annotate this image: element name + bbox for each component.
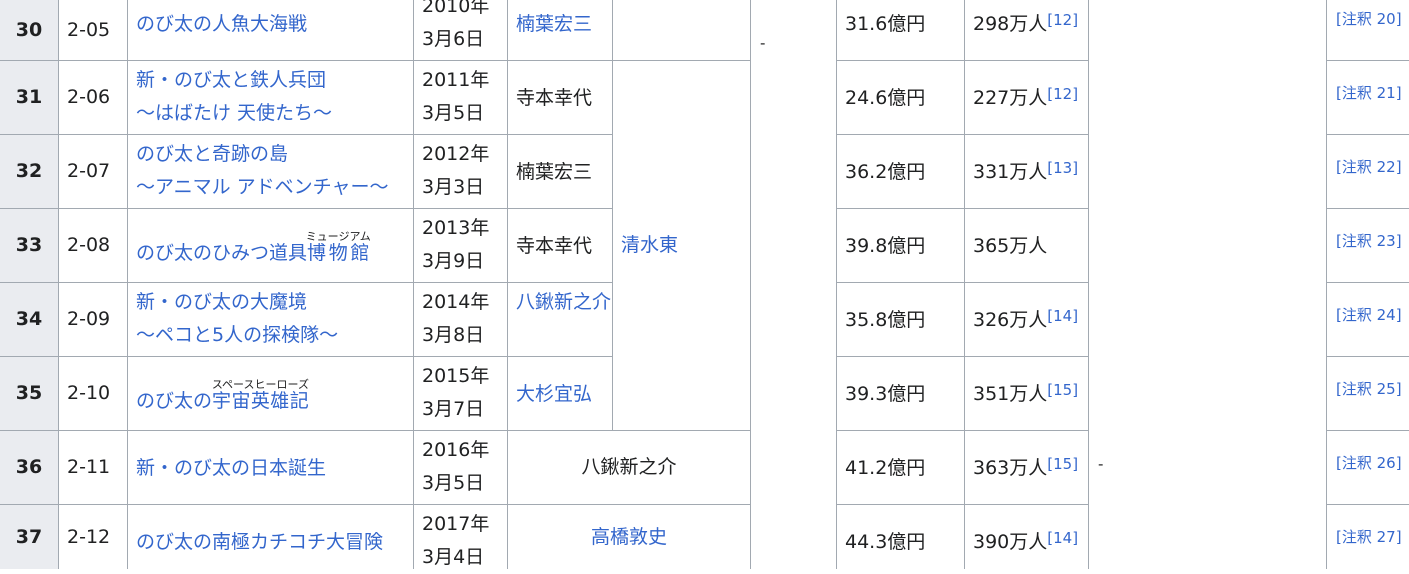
row-number: 37 <box>0 505 58 569</box>
release-date: 2011年 3月5日 <box>422 69 490 124</box>
citation-link[interactable]: [15] <box>1047 381 1078 399</box>
film-title-link[interactable]: 新・のび太と鉄人兵団 〜はばたけ 天使たち〜 <box>136 64 411 130</box>
row-number: 30 <box>0 0 58 60</box>
note-link[interactable]: [注釈 26] <box>1336 452 1402 473</box>
note-link[interactable]: [注釈 24] <box>1336 304 1402 325</box>
audience-count: 363万人[15] <box>973 455 1079 479</box>
series-code: 2-06 <box>67 86 111 108</box>
film-title-link[interactable]: のび太のひみつ道具博物館ミュージアム <box>136 230 411 270</box>
film-title-link[interactable]: 新・のび太の大魔境 〜ペコと5人の探検隊〜 <box>136 286 411 352</box>
audience-count: 227万人[12] <box>973 85 1079 109</box>
release-date: 2015年 3月7日 <box>422 365 490 420</box>
column-divider <box>964 0 965 569</box>
citation-link[interactable]: [13] <box>1047 159 1078 177</box>
column-divider <box>612 0 613 430</box>
empty-cell-dash: - <box>1098 455 1104 473</box>
series-code: 2-10 <box>67 382 111 404</box>
series-code: 2-05 <box>67 18 111 41</box>
director-link[interactable]: 八鍬新之介 <box>516 286 611 319</box>
release-date: 2012年 3月3日 <box>422 143 490 198</box>
box-office: 39.3億円 <box>845 383 926 405</box>
box-office: 31.6億円 <box>845 13 926 35</box>
film-title-link[interactable]: のび太の人魚大海戦 <box>136 8 411 41</box>
box-office: 35.8億円 <box>845 309 926 331</box>
director-name: 寺本幸代 <box>516 87 593 109</box>
note-link[interactable]: [注釈 22] <box>1336 156 1402 177</box>
box-office: 44.3億円 <box>845 531 926 553</box>
citation-link[interactable]: [15] <box>1047 455 1078 473</box>
audience-count: 365万人 <box>973 235 1048 257</box>
series-code: 2-08 <box>67 234 111 256</box>
box-office: 41.2億円 <box>845 457 926 479</box>
release-date: 2016年 3月5日 <box>422 439 490 494</box>
release-date: 2017年 3月4日 <box>422 513 490 568</box>
citation-link[interactable]: [14] <box>1047 529 1078 547</box>
column-divider <box>58 0 59 569</box>
screenplay-link[interactable]: 清水東 <box>621 61 749 430</box>
director-name: 八鍬新之介 <box>581 456 677 478</box>
box-office: 36.2億円 <box>845 161 926 183</box>
audience-count: 326万人[14] <box>973 307 1079 331</box>
citation-link[interactable]: [14] <box>1047 307 1078 325</box>
column-divider <box>836 0 837 569</box>
release-date: 2014年 3月8日 <box>422 291 490 346</box>
series-code: 2-11 <box>67 456 111 478</box>
film-title-link[interactable]: 新・のび太の日本誕生 <box>136 452 411 485</box>
release-date: 2010年 3月6日 <box>422 0 490 50</box>
audience-count: 298万人[12] <box>973 11 1079 35</box>
series-code: 2-09 <box>67 308 111 330</box>
film-title-link[interactable]: のび太の宇宙英雄記スペースヒーローズ <box>136 378 411 418</box>
column-divider <box>127 0 128 569</box>
director-link[interactable]: 高橋敦史 <box>508 505 750 569</box>
release-date: 2013年 3月9日 <box>422 217 490 272</box>
row-number: 33 <box>0 209 58 282</box>
director-name: 楠葉宏三 <box>516 161 593 183</box>
series-code: 2-12 <box>67 525 111 548</box>
empty-cell-dash: - <box>760 34 766 52</box>
citation-link[interactable]: [12] <box>1047 85 1078 103</box>
column-divider <box>413 0 414 569</box>
note-link[interactable]: [注釈 20] <box>1336 8 1402 29</box>
column-divider <box>1326 0 1327 569</box>
row-number: 36 <box>0 431 58 504</box>
row-number: 35 <box>0 357 58 430</box>
row-number: 32 <box>0 135 58 208</box>
audience-count: 351万人[15] <box>973 381 1079 405</box>
audience-count: 331万人[13] <box>973 159 1079 183</box>
note-link[interactable]: [注釈 21] <box>1336 82 1402 103</box>
note-link[interactable]: [注釈 25] <box>1336 378 1402 399</box>
citation-link[interactable]: [12] <box>1047 11 1078 29</box>
director-link[interactable]: 大杉宜弘 <box>516 378 611 411</box>
note-link[interactable]: [注釈 27] <box>1336 526 1402 547</box>
audience-count: 390万人[14] <box>973 529 1079 553</box>
director-name: 寺本幸代 <box>516 235 593 257</box>
row-number: 34 <box>0 283 58 356</box>
box-office: 24.6億円 <box>845 87 926 109</box>
film-table: 30 31 32 33 34 35 36 37 2-05 2-06 2-07 2… <box>0 0 1409 569</box>
film-title-link[interactable]: のび太の南極カチコチ大冒険 <box>136 526 411 559</box>
director-link[interactable]: 楠葉宏三 <box>516 8 611 41</box>
box-office: 39.8億円 <box>845 235 926 257</box>
note-link[interactable]: [注釈 23] <box>1336 230 1402 251</box>
row-number: 31 <box>0 61 58 134</box>
film-title-link[interactable]: のび太と奇跡の島 〜アニマル アドベンチャー〜 <box>136 138 411 204</box>
series-code: 2-07 <box>67 160 111 182</box>
